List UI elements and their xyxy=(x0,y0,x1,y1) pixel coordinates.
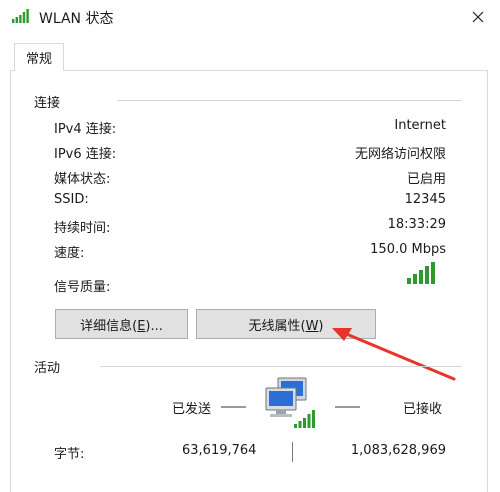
bytes-received-value: 1,083,628,969 xyxy=(350,443,446,458)
media-state-value: 已启用 xyxy=(406,172,446,187)
speed-label: 速度: xyxy=(54,246,85,261)
section-connection-label: 连接 xyxy=(34,96,61,111)
ssid-value: 12345 xyxy=(404,192,446,207)
signal-strength-icon xyxy=(407,262,435,284)
received-label: 已接收 xyxy=(403,402,443,417)
wireless-properties-button[interactable]: 无线属性(W) xyxy=(196,309,376,339)
ipv4-value: Internet xyxy=(394,118,446,133)
ssid-label: SSID: xyxy=(54,192,89,207)
wlan-status-window: WLAN 状态 常规 连接 IPv4 连接: Internet IPv6 连接:… xyxy=(0,0,500,492)
speed-value: 150.0 Mbps xyxy=(370,242,446,257)
signal-quality-label: 信号质量: xyxy=(54,280,111,295)
tab-label: 常规 xyxy=(25,52,52,67)
media-state-label: 媒体状态: xyxy=(54,172,111,187)
details-button[interactable]: 详细信息(E)... xyxy=(55,309,188,339)
bytes-sent-value: 63,619,764 xyxy=(182,443,257,458)
bytes-separator xyxy=(292,442,293,462)
sent-dash xyxy=(221,406,246,408)
window-title: WLAN 状态 xyxy=(39,11,114,27)
ipv6-value: 无网络访问权限 xyxy=(354,147,446,162)
duration-label: 持续时间: xyxy=(54,221,111,236)
ipv4-label: IPv4 连接: xyxy=(54,122,117,137)
close-icon xyxy=(472,11,484,23)
section-divider xyxy=(118,100,462,101)
section-activity-label: 活动 xyxy=(34,361,61,376)
bytes-label: 字节: xyxy=(54,447,85,462)
tab-general[interactable]: 常规 xyxy=(14,43,64,71)
ipv6-label: IPv6 连接: xyxy=(54,147,117,162)
wifi-signal-icon xyxy=(12,9,29,23)
wireless-properties-button-label: 无线属性(W) xyxy=(248,318,324,334)
duration-value: 18:33:29 xyxy=(387,217,446,232)
received-dash xyxy=(335,406,360,408)
section-divider-activity xyxy=(100,366,462,367)
details-button-label: 详细信息(E)... xyxy=(80,318,163,334)
close-button[interactable] xyxy=(458,2,498,32)
network-computers-icon xyxy=(265,377,315,428)
title-bar: WLAN 状态 xyxy=(0,0,500,34)
sent-label: 已发送 xyxy=(172,402,212,417)
